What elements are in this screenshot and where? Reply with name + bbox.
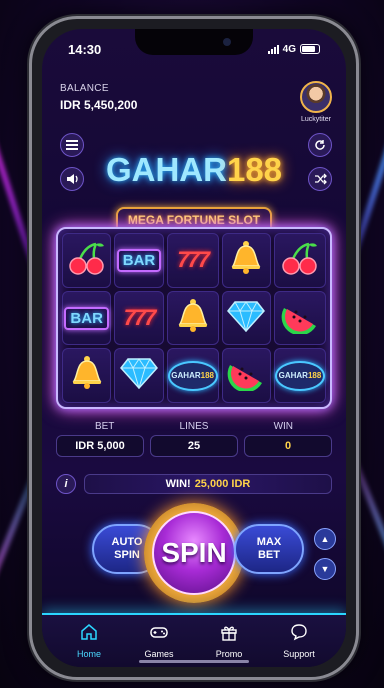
seven-symbol-icon: 777 bbox=[123, 305, 157, 330]
battery-icon bbox=[300, 44, 320, 54]
lines-value[interactable]: 25 bbox=[150, 435, 238, 457]
phone-frame: 14:30 4G BALANCE IDR 5,450,200 Luckytite… bbox=[29, 16, 359, 680]
reel-cell: BAR bbox=[62, 290, 112, 346]
username: Luckytiter bbox=[301, 116, 331, 123]
home-indicator bbox=[139, 660, 249, 663]
nav-label: Promo bbox=[215, 649, 243, 659]
bell-symbol-icon bbox=[69, 355, 105, 396]
refresh-icon bbox=[315, 140, 325, 150]
reel-cell bbox=[273, 233, 326, 288]
brand-logo: GAHAR188 bbox=[42, 151, 346, 189]
camera-icon bbox=[223, 38, 231, 46]
network-type: 4G bbox=[282, 43, 296, 55]
reel-cell bbox=[62, 348, 112, 404]
signal-icon bbox=[267, 44, 279, 54]
reel-4 bbox=[221, 233, 271, 404]
nav-label: Games bbox=[144, 649, 174, 659]
bar-symbol-icon: BAR bbox=[64, 306, 109, 330]
reel-cell bbox=[114, 348, 164, 404]
home-icon bbox=[80, 623, 98, 646]
max-bet-button[interactable]: MAX BET bbox=[234, 524, 304, 574]
cherry-symbol-icon bbox=[68, 240, 106, 281]
nav-item-games[interactable]: Games bbox=[129, 623, 189, 659]
bell-symbol-icon bbox=[175, 298, 211, 339]
chevron-up-icon: ▲ bbox=[320, 534, 330, 544]
win-banner: WIN! 25,000 IDR bbox=[84, 474, 332, 494]
reel-cell bbox=[221, 348, 271, 404]
spin-button[interactable]: SPIN bbox=[152, 511, 236, 595]
phone-screen: 14:30 4G BALANCE IDR 5,450,200 Luckytite… bbox=[42, 29, 346, 667]
balance-value: IDR 5,450,200 bbox=[60, 98, 138, 112]
nav-item-support[interactable]: Support bbox=[269, 623, 329, 659]
chevron-down-icon: ▼ bbox=[320, 564, 330, 574]
stats-values: IDR 5,000 25 0 bbox=[56, 435, 332, 457]
max-bet-line2: BET bbox=[257, 549, 280, 561]
cherry-symbol-icon bbox=[281, 240, 319, 281]
reel-cell: 777 bbox=[114, 290, 164, 346]
logo-number: 188 bbox=[226, 151, 283, 188]
nav-item-promo[interactable]: Promo bbox=[199, 623, 259, 659]
diamond-symbol-icon bbox=[120, 357, 158, 394]
balance-block: BALANCE IDR 5,450,200 bbox=[60, 83, 137, 112]
win-value: 0 bbox=[244, 435, 332, 457]
reel-cell: BAR bbox=[114, 233, 164, 288]
info-row: i WIN! 25,000 IDR bbox=[56, 473, 332, 495]
balance-label: BALANCE bbox=[60, 83, 109, 94]
nav-item-home[interactable]: Home bbox=[59, 623, 119, 659]
notch bbox=[135, 29, 253, 55]
reel-cell bbox=[221, 233, 271, 288]
watermelon-symbol-icon bbox=[281, 298, 319, 339]
reel-1: BAR bbox=[62, 233, 112, 404]
nav-label: Support bbox=[283, 649, 315, 659]
reel-cell: GAHAR 188 bbox=[273, 348, 326, 404]
status-time: 14:30 bbox=[68, 41, 102, 57]
reel-5: GAHAR 188 bbox=[273, 233, 326, 404]
reel-cell bbox=[273, 290, 326, 346]
menu-icon bbox=[66, 140, 78, 150]
win-label: WIN bbox=[273, 421, 294, 432]
avatar[interactable] bbox=[300, 81, 332, 113]
auto-spin-line1: AUTO bbox=[111, 536, 143, 548]
nav-label: Home bbox=[76, 649, 101, 659]
max-bet-line1: MAX bbox=[256, 536, 282, 548]
slot-reels: BAR BAR 777 777 GAHAR 188 GAHAR 188 bbox=[56, 227, 332, 409]
gift-icon bbox=[220, 623, 238, 646]
reel-3: 777 GAHAR 188 bbox=[166, 233, 219, 404]
gahar188-symbol-icon: GAHAR 188 bbox=[274, 360, 325, 391]
seven-symbol-icon: 777 bbox=[177, 247, 210, 273]
logo-text: GAHAR bbox=[105, 151, 227, 188]
spin-ring: SPIN bbox=[144, 503, 244, 603]
bottom-nav: Home Games Promo Support bbox=[42, 613, 346, 667]
gahar188-symbol-icon: GAHAR 188 bbox=[167, 360, 218, 391]
auto-spin-line2: SPIN bbox=[114, 549, 140, 561]
reel-cell: 777 bbox=[166, 233, 219, 288]
info-icon[interactable]: i bbox=[56, 474, 76, 494]
win-banner-amount: 25,000 IDR bbox=[194, 478, 251, 490]
reel-cell bbox=[221, 290, 271, 346]
bet-value[interactable]: IDR 5,000 bbox=[56, 435, 144, 457]
lines-label: LINES bbox=[179, 421, 209, 432]
gamepad-icon bbox=[150, 623, 168, 646]
profile[interactable]: Luckytiter bbox=[300, 81, 332, 123]
win-banner-prefix: WIN! bbox=[165, 478, 191, 490]
bar-symbol-icon: BAR bbox=[116, 248, 162, 272]
reel-cell bbox=[166, 290, 219, 346]
chat-icon bbox=[290, 623, 308, 646]
stats-labels: BET LINES WIN bbox=[60, 421, 328, 432]
bet-down-button[interactable]: ▼ bbox=[314, 558, 336, 580]
watermelon-symbol-icon bbox=[227, 355, 265, 396]
bet-label: BET bbox=[94, 421, 115, 432]
reel-cell: GAHAR 188 bbox=[166, 348, 219, 404]
bell-symbol-icon bbox=[228, 240, 264, 281]
diamond-symbol-icon bbox=[227, 300, 266, 337]
reel-cell bbox=[62, 233, 112, 288]
reel-2: BAR 777 bbox=[114, 233, 164, 404]
bet-up-button[interactable]: ▲ bbox=[314, 528, 336, 550]
